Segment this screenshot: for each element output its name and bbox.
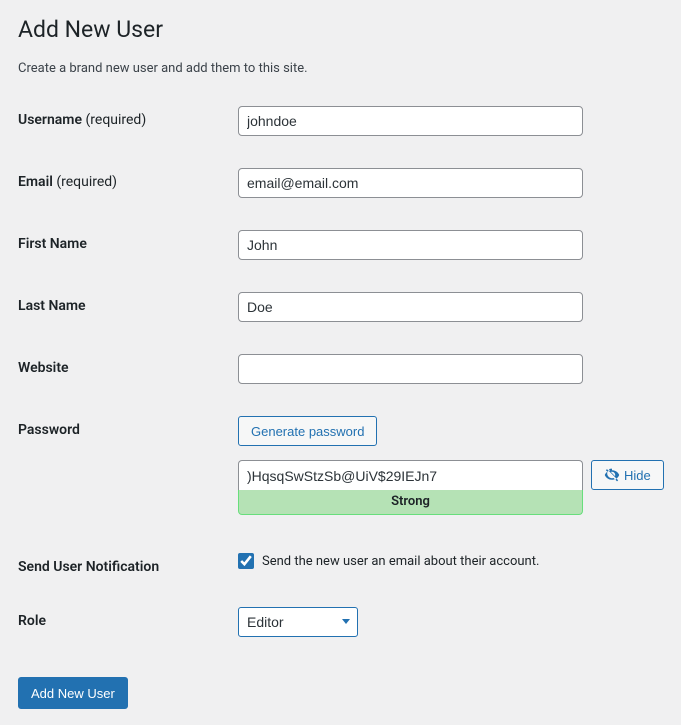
notification-checkbox[interactable] [238, 553, 254, 569]
page-title: Add New User [18, 16, 663, 43]
page-subtitle: Create a brand new user and add them to … [18, 61, 663, 76]
first-name-input[interactable] [238, 230, 583, 260]
add-new-user-button[interactable]: Add New User [18, 677, 128, 709]
password-input[interactable] [238, 460, 583, 490]
role-label: Role [18, 607, 238, 629]
last-name-input[interactable] [238, 292, 583, 322]
generate-password-button[interactable]: Generate password [238, 416, 377, 446]
website-input[interactable] [238, 354, 583, 384]
role-select[interactable]: Editor [238, 607, 358, 637]
password-strength-meter: Strong [238, 489, 583, 515]
username-label: Username (required) [18, 106, 238, 128]
email-input[interactable] [238, 168, 583, 198]
notification-text: Send the new user an email about their a… [262, 554, 539, 569]
password-label: Password [18, 416, 238, 438]
eye-slash-icon [604, 467, 620, 483]
website-label: Website [18, 354, 238, 376]
email-label: Email (required) [18, 168, 238, 190]
hide-password-button[interactable]: Hide [591, 460, 664, 490]
username-input[interactable] [238, 106, 583, 136]
notification-label: Send User Notification [18, 553, 238, 575]
first-name-label: First Name [18, 230, 238, 252]
last-name-label: Last Name [18, 292, 238, 314]
